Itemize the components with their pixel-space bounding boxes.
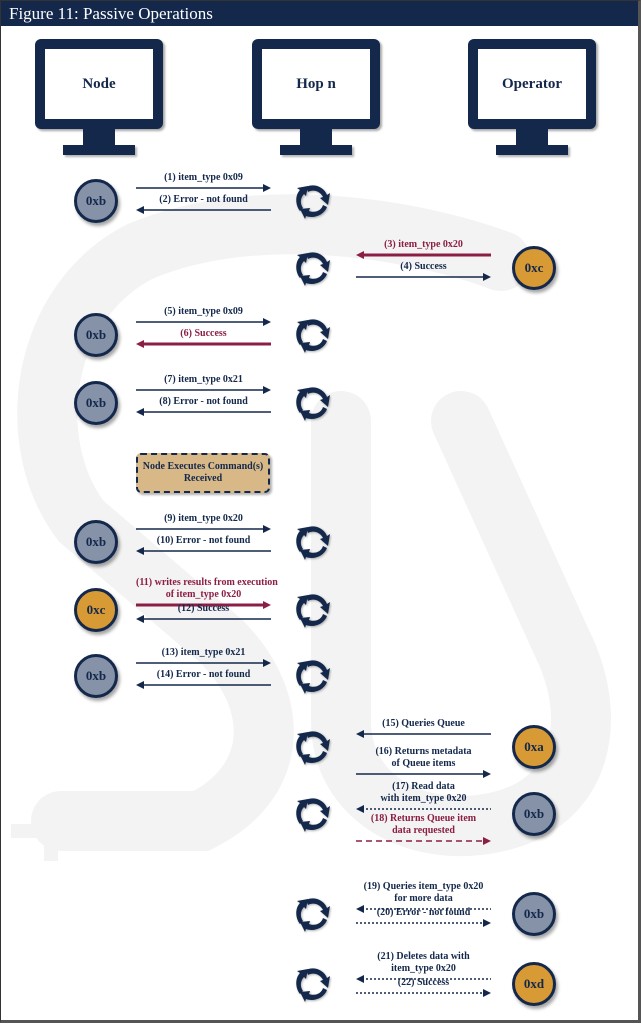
monitor-node: Node bbox=[35, 39, 163, 157]
message-arrow bbox=[136, 386, 271, 394]
refresh-cycle-icon bbox=[292, 248, 332, 288]
message-label: (1) item_type 0x09 bbox=[164, 172, 243, 183]
message-label: (3) item_type 0x20 bbox=[384, 239, 463, 250]
node-circle: 0xd bbox=[512, 962, 556, 1006]
message-arrow bbox=[136, 340, 271, 348]
message-arrow bbox=[136, 206, 271, 214]
node-circle: 0xb bbox=[512, 792, 556, 836]
refresh-cycle-icon bbox=[292, 181, 332, 221]
refresh-cycle-icon bbox=[292, 656, 332, 696]
monitor-operator: Operator bbox=[468, 39, 596, 157]
figure-frame: Figure 11: Passive Operations Node Hop n… bbox=[0, 0, 641, 1023]
node-circle: 0xb bbox=[512, 892, 556, 936]
message-label: (19) Queries item_type 0x20 for more data bbox=[363, 881, 484, 904]
message-label: (2) Error - not found bbox=[159, 194, 248, 205]
message-arrow bbox=[356, 770, 491, 778]
message-label: (20) Error - not found bbox=[376, 907, 471, 918]
message-label: (14) Error - not found bbox=[156, 669, 251, 680]
refresh-cycle-icon bbox=[292, 315, 332, 355]
node-circle: 0xb bbox=[74, 654, 118, 698]
message-label: (7) item_type 0x21 bbox=[164, 374, 243, 385]
refresh-cycle-icon bbox=[292, 794, 332, 834]
node-circle: 0xc bbox=[74, 588, 118, 632]
message-arrow bbox=[356, 730, 491, 738]
message-label: (15) Queries Queue bbox=[382, 718, 465, 729]
message-arrow bbox=[136, 525, 271, 533]
message-label: (8) Error - not found bbox=[159, 396, 248, 407]
message-arrow bbox=[356, 919, 491, 927]
message-arrow bbox=[136, 615, 271, 623]
refresh-cycle-icon bbox=[292, 383, 332, 423]
message-arrow bbox=[356, 273, 491, 281]
node-circle: 0xa bbox=[512, 725, 556, 769]
message-arrow bbox=[136, 547, 271, 555]
message-label: (22) Success bbox=[397, 977, 450, 988]
message-label: (9) item_type 0x20 bbox=[164, 513, 243, 524]
node-circle: 0xb bbox=[74, 179, 118, 223]
refresh-cycle-icon bbox=[292, 522, 332, 562]
message-arrow bbox=[356, 251, 491, 259]
message-arrow bbox=[136, 318, 271, 326]
figure-title: Figure 11: Passive Operations bbox=[1, 1, 638, 26]
message-arrow bbox=[136, 408, 271, 416]
participant-label-operator: Operator bbox=[478, 49, 586, 119]
message-label: (6) Success bbox=[180, 328, 227, 339]
node-circle: 0xb bbox=[74, 520, 118, 564]
refresh-cycle-icon bbox=[292, 894, 332, 934]
message-label: (11) writes results from execution of ite… bbox=[136, 577, 278, 600]
node-circle: 0xc bbox=[512, 246, 556, 290]
participant-label-hop: Hop n bbox=[262, 49, 370, 119]
message-label: (21) Deletes data with item_type 0x20 bbox=[377, 951, 470, 974]
message-arrow bbox=[356, 989, 491, 997]
note-line-2: Received bbox=[183, 473, 223, 484]
node-circle: 0xb bbox=[74, 313, 118, 357]
refresh-cycle-icon bbox=[292, 727, 332, 767]
monitor-hop: Hop n bbox=[252, 39, 380, 157]
participant-label-node: Node bbox=[45, 49, 153, 119]
refresh-cycle-icon bbox=[292, 964, 332, 1004]
message-label: (18) Returns Queue item data requested bbox=[370, 813, 477, 836]
message-arrow bbox=[136, 681, 271, 689]
message-arrow bbox=[356, 837, 491, 845]
message-label: (13) item_type 0x21 bbox=[161, 647, 246, 658]
message-label: (10) Error - not found bbox=[156, 535, 251, 546]
refresh-cycle-icon bbox=[292, 590, 332, 630]
message-arrow bbox=[136, 659, 271, 667]
message-arrow bbox=[136, 184, 271, 192]
message-label: (17) Read data with item_type 0x20 bbox=[380, 781, 467, 804]
message-label: (12) Success bbox=[177, 603, 230, 614]
message-label: (16) Returns metadata of Queue items bbox=[375, 746, 472, 769]
message-label: (4) Success bbox=[400, 261, 447, 272]
node-circle: 0xb bbox=[74, 381, 118, 425]
note-node-executes: Node Executes Command(s) Received bbox=[136, 453, 270, 493]
note-line-1: Node Executes Command(s) bbox=[142, 461, 264, 472]
message-label: (5) item_type 0x09 bbox=[164, 306, 243, 317]
